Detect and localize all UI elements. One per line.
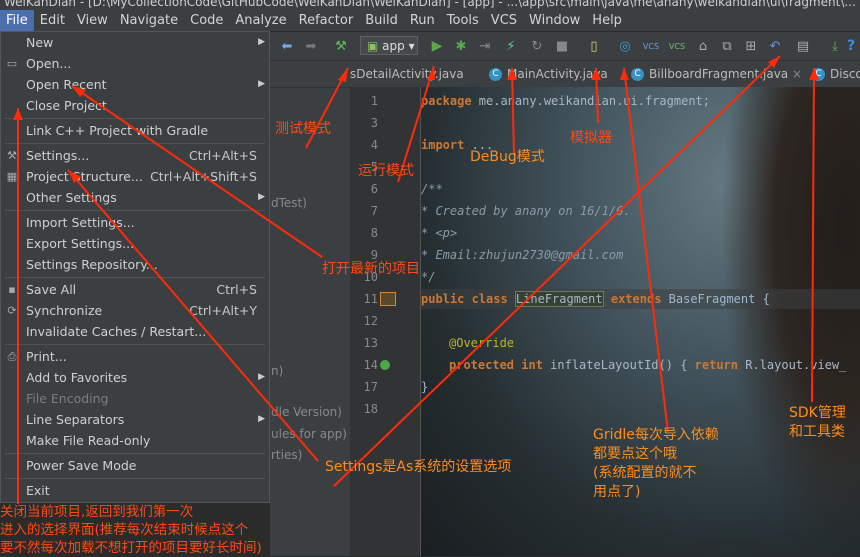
annotation-sdk: SDK管理 和工具类 [789,405,846,440]
annotation-emulator: 模拟器 [570,130,612,146]
arrow-head [338,68,348,82]
annotation-open-recent: 打开最新的项目 [322,261,420,277]
arrow-head [427,66,435,80]
arrow-head [507,68,517,80]
arrow-head [620,68,629,80]
annotation-test-mode: 测试模式 [275,121,331,137]
arrow-open-recent [71,85,323,258]
arrow-head [68,170,81,183]
annotation-run-mode: 运行模式 [358,163,414,179]
arrow-head [591,68,601,80]
arrow-head [13,108,23,120]
arrow-settings [67,169,319,462]
annotation-debug-mode: DeBug模式 [470,149,545,165]
annotation-gradle: Gridle每次导入依赖 都要点这个哦 (系统配置的就不 用点了) [593,427,719,500]
arrow-head [809,68,819,80]
annotation-close-project: 关闭当前项目,返回到我们第一次 进入的选择界面(推荐每次结束时候点这个 要不然每… [0,504,262,556]
arrow-debug-mode [511,67,515,155]
arrow-gradle [623,67,669,433]
annotation-settings: Settings是As系统的设置选项 [325,459,512,475]
arrow-sdk [811,67,815,403]
